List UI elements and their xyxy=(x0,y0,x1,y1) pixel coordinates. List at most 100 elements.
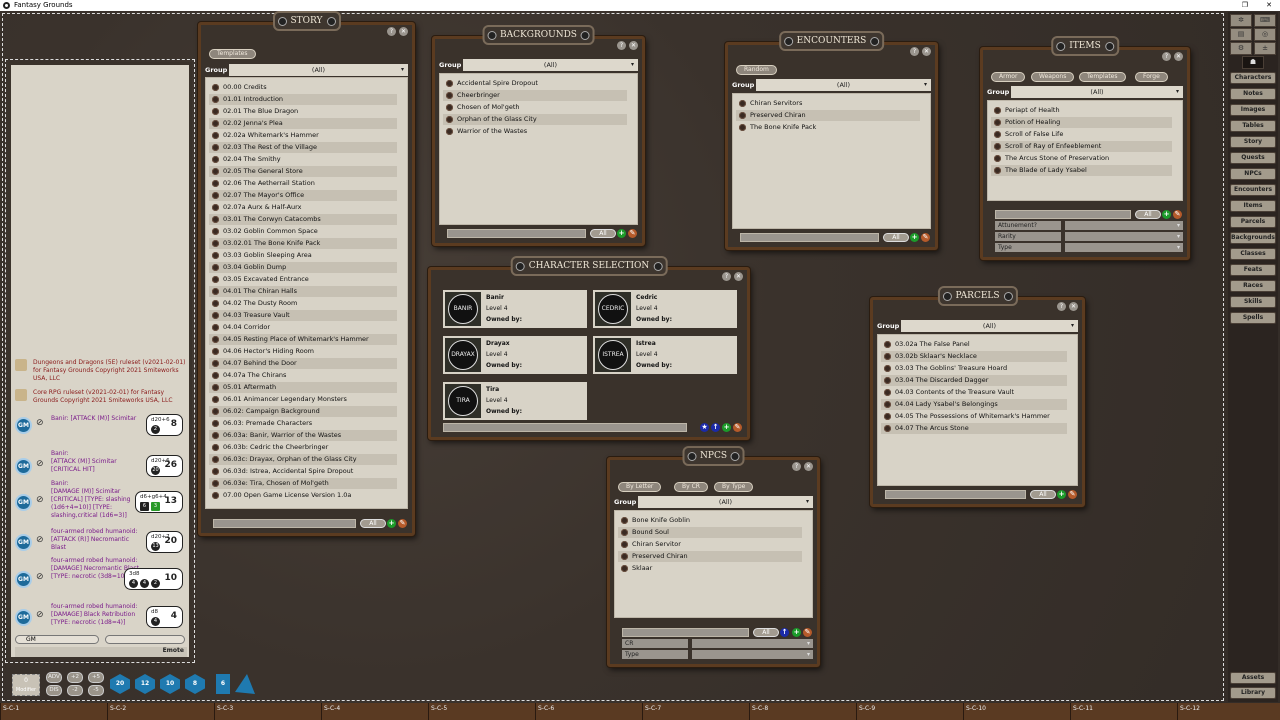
list-item[interactable]: 04.03 Treasure Vault xyxy=(209,310,397,321)
list-item[interactable]: 06.02: Campaign Background xyxy=(209,406,397,417)
sidebar-item-story[interactable]: Story xyxy=(1230,136,1276,148)
scene-tab[interactable]: S-C-9 xyxy=(856,703,963,720)
add-icon[interactable]: + xyxy=(722,423,731,432)
sidebar-item-items[interactable]: Items xyxy=(1230,200,1276,212)
modifier-button[interactable]: -5 xyxy=(88,685,104,696)
player-icon[interactable]: ☗ xyxy=(1242,56,1264,69)
close-icon[interactable]: ✕ xyxy=(1266,0,1272,11)
npcs-title[interactable]: NPCS xyxy=(682,446,745,466)
sidebar-item-parcels[interactable]: Parcels xyxy=(1230,216,1276,228)
edit-icon[interactable]: ✎ xyxy=(1173,210,1182,219)
list-item[interactable]: 03.02.01 The Bone Knife Pack xyxy=(209,238,397,249)
modifier-button[interactable]: +5 xyxy=(88,672,104,683)
character-card[interactable]: ISTREA Istrea Level 4 Owned by: xyxy=(593,336,737,374)
encounters-help-button[interactable]: ? xyxy=(910,47,919,56)
hidden-eye-icon[interactable]: ⊘ xyxy=(36,573,44,582)
move-up-icon[interactable]: ↑ xyxy=(780,628,789,637)
sidebar-item-npcs[interactable]: NPCs xyxy=(1230,168,1276,180)
story-tab-templates[interactable]: Templates xyxy=(209,49,256,59)
list-item[interactable]: 03.03 Goblin Sleeping Area xyxy=(209,250,397,261)
backgrounds-help-button[interactable]: ? xyxy=(617,41,626,50)
npcs-help-button[interactable]: ? xyxy=(792,462,801,471)
items-filter-select[interactable]: ▾ xyxy=(1065,221,1183,230)
scene-tab[interactable]: S-C-2 xyxy=(107,703,214,720)
hidden-eye-icon[interactable]: ⊘ xyxy=(36,611,44,620)
export-icon[interactable]: ↑ xyxy=(711,423,720,432)
edit-icon[interactable]: ✎ xyxy=(398,519,407,528)
encounters-close-button[interactable]: ✕ xyxy=(922,47,931,56)
scene-tab[interactable]: S-C-3 xyxy=(214,703,321,720)
sidebar-tool-effects-icon[interactable]: ◎ xyxy=(1254,28,1276,41)
sidebar-item-spells[interactable]: Spells xyxy=(1230,312,1276,324)
restore-icon[interactable]: ❐ xyxy=(1242,0,1248,11)
items-filter-input[interactable] xyxy=(995,210,1131,219)
add-icon[interactable]: + xyxy=(1057,490,1066,499)
add-icon[interactable]: + xyxy=(910,233,919,242)
sidebar-tool-options-icon[interactable]: ⚙ xyxy=(1230,42,1252,55)
character-selection-help-button[interactable]: ? xyxy=(722,272,731,281)
list-item[interactable]: Sklaar xyxy=(618,563,802,574)
list-item[interactable]: Bone Knife Goblin xyxy=(618,515,802,526)
sidebar-tool-dicetower-icon[interactable]: ✲ xyxy=(1230,14,1252,27)
character-card[interactable]: TIRA Tira Level 4 Owned by: xyxy=(443,382,587,420)
scene-tab[interactable]: S-C-12 xyxy=(1177,703,1280,720)
character-selection-title[interactable]: CHARACTER SELECTION xyxy=(510,256,668,276)
encounters-tab-random[interactable]: Random xyxy=(736,65,777,75)
character-selection-close-button[interactable]: ✕ xyxy=(734,272,743,281)
items-tab-armor[interactable]: Armor xyxy=(991,72,1026,82)
encounters-filter-all-button[interactable]: All xyxy=(883,233,909,242)
scene-tab[interactable]: S-C-7 xyxy=(642,703,749,720)
backgrounds-group-select[interactable]: (All) ▾ xyxy=(463,59,638,71)
list-item[interactable]: 03.02a The False Panel xyxy=(881,339,1067,350)
list-item[interactable]: 03.04 The Discarded Dagger xyxy=(881,375,1067,386)
items-filter-select[interactable]: ▾ xyxy=(1065,232,1183,241)
npcs-tab-by-letter[interactable]: By Letter xyxy=(618,482,662,492)
list-item[interactable]: 05.01 Aftermath xyxy=(209,382,397,393)
list-item[interactable]: 03.02 Goblin Common Space xyxy=(209,226,397,237)
add-icon[interactable]: + xyxy=(387,519,396,528)
hidden-eye-icon[interactable]: ⊘ xyxy=(36,460,44,469)
edit-icon[interactable]: ✎ xyxy=(628,229,637,238)
npcs-tab-by-type[interactable]: By Type xyxy=(714,482,754,492)
list-item[interactable]: 03.05 Excavated Entrance xyxy=(209,274,397,285)
list-item[interactable]: 02.07a Aurx & Half-Aurx xyxy=(209,202,397,213)
list-item[interactable]: The Bone Knife Pack xyxy=(736,122,920,133)
import-icon[interactable]: ★ xyxy=(700,423,709,432)
scene-tab[interactable]: S-C-1 xyxy=(0,703,107,720)
list-item[interactable]: 03.03 The Goblins' Treasure Hoard xyxy=(881,363,1067,374)
list-item[interactable]: 03.02b Sklaar's Necklace xyxy=(881,351,1067,362)
list-item[interactable]: Periapt of Health xyxy=(991,105,1172,116)
story-group-select[interactable]: (All) ▾ xyxy=(229,64,408,76)
sidebar-item-images[interactable]: Images xyxy=(1230,104,1276,116)
npcs-group-select[interactable]: (All) ▾ xyxy=(638,496,813,508)
npcs-close-button[interactable]: ✕ xyxy=(804,462,813,471)
sidebar-item-races[interactable]: Races xyxy=(1230,280,1276,292)
sidebar-item-classes[interactable]: Classes xyxy=(1230,248,1276,260)
backgrounds-filter-all-button[interactable]: All xyxy=(590,229,616,238)
list-item[interactable]: 04.07a The Chirans xyxy=(209,370,397,381)
scene-tab[interactable]: S-C-10 xyxy=(963,703,1070,720)
list-item[interactable]: 06.03: Premade Characters xyxy=(209,418,397,429)
list-item[interactable]: Orphan of the Glass City xyxy=(443,114,627,125)
character-card[interactable]: DRAYAX Drayax Level 4 Owned by: xyxy=(443,336,587,374)
sidebar-item-library[interactable]: Library xyxy=(1230,687,1276,699)
scene-tab[interactable]: S-C-8 xyxy=(749,703,856,720)
list-item[interactable]: 06.01 Animancer Legendary Monsters xyxy=(209,394,397,405)
items-filter-select[interactable]: ▾ xyxy=(1065,243,1183,252)
parcels-help-button[interactable]: ? xyxy=(1057,302,1066,311)
list-item[interactable]: Preserved Chiran xyxy=(736,110,920,121)
list-item[interactable]: Cheerbringer xyxy=(443,90,627,101)
list-item[interactable]: 04.06 Hector's Hiding Room xyxy=(209,346,397,357)
sidebar-item-quests[interactable]: Quests xyxy=(1230,152,1276,164)
sidebar-item-characters[interactable]: Characters xyxy=(1230,72,1276,84)
npcs-filter-all-button[interactable]: All xyxy=(753,628,779,637)
items-tab-weapons[interactable]: Weapons xyxy=(1031,72,1075,82)
sidebar-tool-map-icon[interactable]: ▤ xyxy=(1230,28,1252,41)
scene-tab[interactable]: S-C-4 xyxy=(321,703,428,720)
parcels-close-button[interactable]: ✕ xyxy=(1069,302,1078,311)
list-item[interactable]: 02.02 Jenna's Plea xyxy=(209,118,397,129)
list-item[interactable]: 02.06 The Aetherrail Station xyxy=(209,178,397,189)
list-item[interactable]: 02.04 The Smithy xyxy=(209,154,397,165)
items-title[interactable]: ITEMS xyxy=(1051,36,1119,56)
sidebar-item-tables[interactable]: Tables xyxy=(1230,120,1276,132)
